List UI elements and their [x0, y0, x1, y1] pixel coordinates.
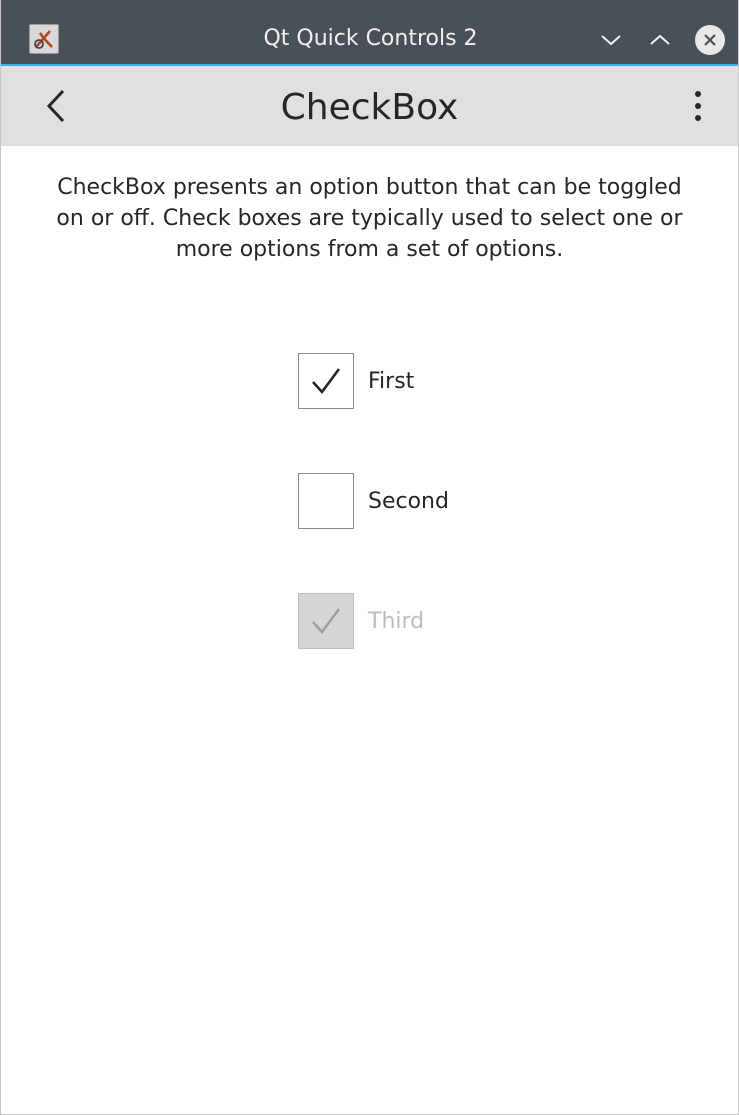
- window-titlebar[interactable]: Qt Quick Controls 2: [1, 0, 738, 66]
- minimize-button[interactable]: [595, 24, 627, 56]
- checkbox-first[interactable]: First: [298, 352, 414, 410]
- close-icon: [695, 25, 725, 55]
- page-title: CheckBox: [280, 87, 459, 128]
- overflow-menu-button[interactable]: [668, 66, 728, 146]
- checkbox-label: Third: [368, 608, 425, 634]
- maximize-icon: [650, 34, 670, 45]
- back-button[interactable]: [21, 66, 91, 146]
- app-toolbar: CheckBox: [1, 66, 738, 146]
- vertical-dots-menu-icon: [695, 91, 701, 121]
- checkbox-label: First: [368, 368, 415, 394]
- checkbox-third: Third: [298, 592, 424, 650]
- minimize-icon: [601, 35, 621, 46]
- checkbox-indicator[interactable]: [298, 353, 354, 409]
- checkbox-indicator: [298, 593, 354, 649]
- app-window: Qt Quick Controls 2 CheckBox CheckBox pr…: [0, 0, 739, 1115]
- checkmark-icon: [312, 368, 341, 395]
- checkbox-second[interactable]: Second: [298, 472, 449, 530]
- description-text: CheckBox presents an option button that …: [56, 175, 683, 262]
- checkbox-label: Second: [368, 488, 449, 514]
- qt-app-icon[interactable]: [29, 24, 59, 54]
- checkmark-icon: [312, 608, 341, 635]
- window-title: Qt Quick Controls 2: [263, 26, 478, 51]
- maximize-button[interactable]: [644, 24, 676, 56]
- close-button[interactable]: [694, 24, 726, 56]
- chevron-left-icon: [46, 89, 65, 123]
- checkbox-indicator[interactable]: [298, 473, 354, 529]
